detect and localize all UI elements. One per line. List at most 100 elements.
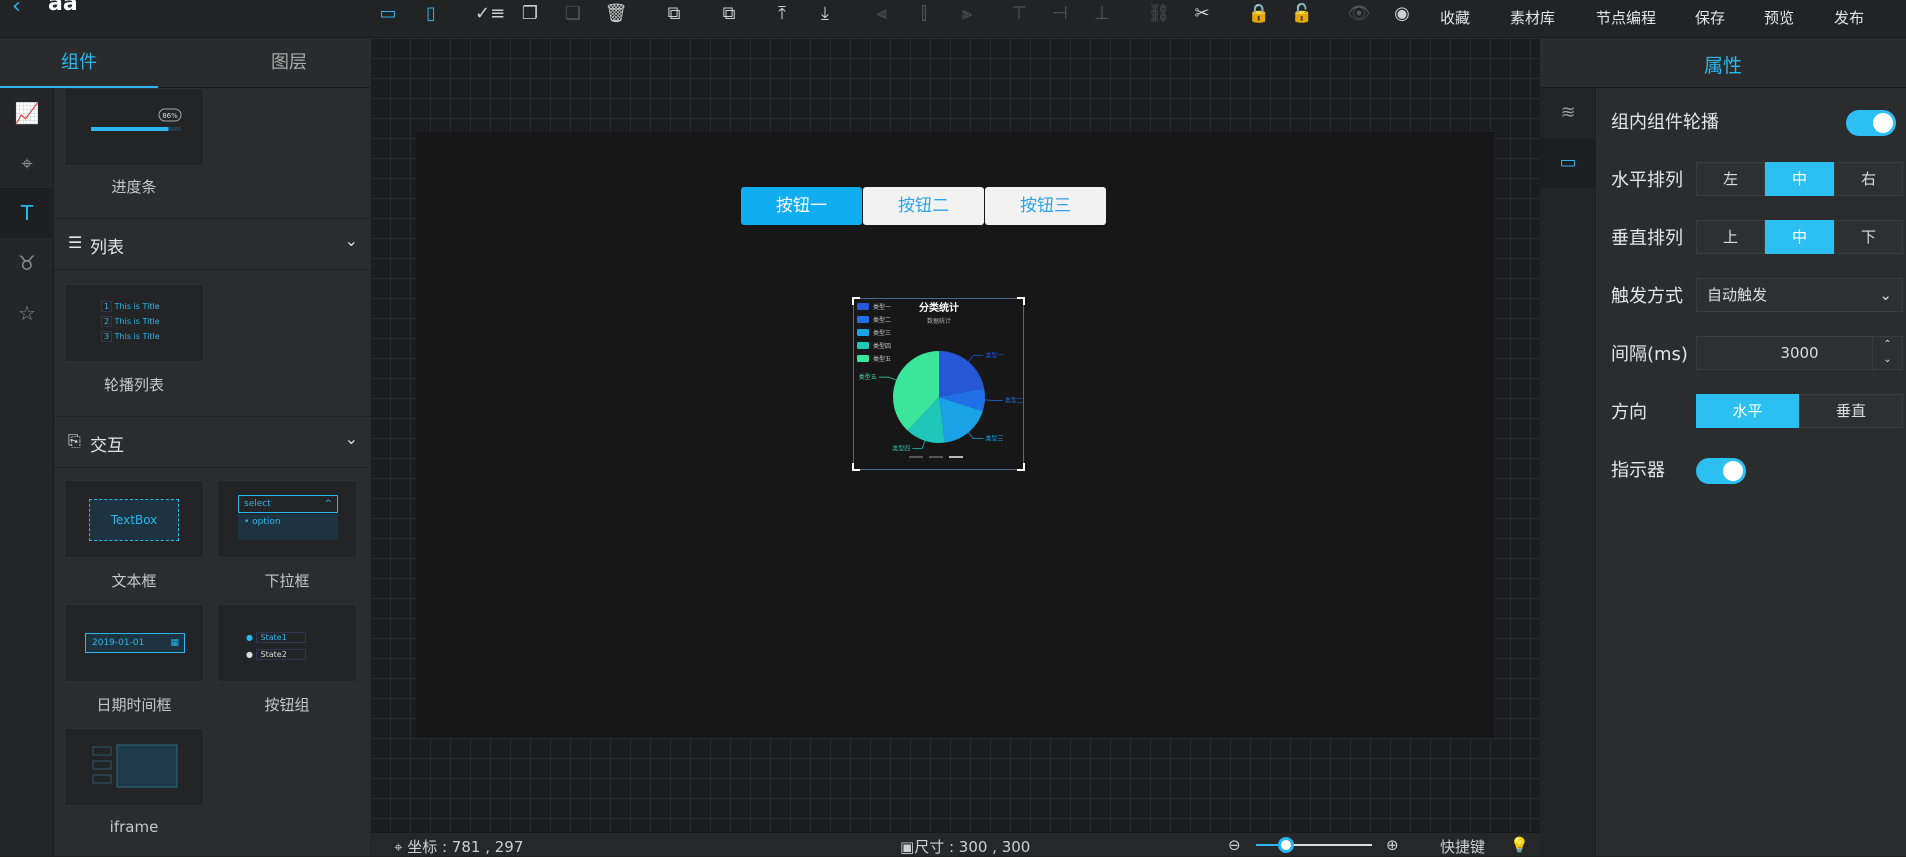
eye-icon[interactable]: 👁 bbox=[1347, 2, 1371, 26]
bottom-icon[interactable]: ⤓ bbox=[813, 2, 837, 26]
shortcut-button[interactable]: 快捷键 bbox=[1440, 836, 1485, 857]
trash-icon[interactable]: 🗑 bbox=[604, 2, 628, 26]
bulb-icon[interactable]: 💡 bbox=[1510, 836, 1529, 854]
eye-off-icon[interactable]: ◉ bbox=[1390, 2, 1414, 26]
menu-node-programming[interactable]: 节点编程 bbox=[1596, 7, 1656, 28]
resize-handle[interactable] bbox=[1017, 463, 1025, 471]
callout-label: 类型一 bbox=[985, 351, 1003, 359]
page-dot bbox=[929, 456, 943, 458]
checklist-icon[interactable]: ✓≡ bbox=[475, 2, 505, 26]
button-group-preview: ● State1 ● State2 bbox=[246, 629, 306, 663]
canvas-button-2[interactable]: 按钮二 bbox=[863, 187, 984, 225]
layer-up-icon[interactable]: ⧉ bbox=[662, 2, 686, 26]
text-icon[interactable]: T bbox=[0, 188, 54, 238]
callout-label: 类型四 bbox=[892, 444, 910, 452]
align-middle-icon[interactable]: ⊣ bbox=[1048, 2, 1072, 26]
legend-swatch bbox=[857, 342, 869, 349]
properties-title[interactable]: 属性 bbox=[1540, 51, 1906, 78]
align-top-icon[interactable]: ⊤ bbox=[1007, 2, 1031, 26]
layers-icon[interactable]: ≋ bbox=[1540, 88, 1596, 138]
star-icon[interactable]: ☆ bbox=[0, 288, 54, 338]
align-bottom-icon[interactable]: ⊥ bbox=[1090, 2, 1114, 26]
page-dot bbox=[909, 456, 923, 458]
copy-icon[interactable]: ❐ bbox=[518, 2, 542, 26]
map-pin-icon[interactable]: ⌖ bbox=[0, 138, 54, 188]
resize-handle[interactable] bbox=[1017, 297, 1025, 305]
zoom-out-icon[interactable]: ⊖ bbox=[1228, 836, 1241, 854]
trigger-select[interactable]: 自动触发 ⌄ bbox=[1696, 278, 1903, 312]
datetime-card[interactable]: 2019-01-01 ▦ bbox=[64, 604, 204, 682]
section-list[interactable]: ☰ 列表 ⌄ bbox=[54, 218, 370, 270]
unlink-icon[interactable]: ✂ bbox=[1190, 2, 1214, 26]
align-center-icon[interactable]: ⫿ bbox=[912, 2, 936, 26]
menu-assets[interactable]: 素材库 bbox=[1510, 7, 1555, 28]
top-icon[interactable]: ⤒ bbox=[770, 2, 794, 26]
callout-line bbox=[984, 399, 1003, 401]
h-align-left[interactable]: 左 bbox=[1696, 162, 1765, 196]
interval-input[interactable]: 3000 ⌃ ⌄ bbox=[1696, 336, 1903, 370]
iframe-label: iframe bbox=[109, 818, 159, 836]
canvas-button-3[interactable]: 按钮三 bbox=[985, 187, 1106, 225]
select-card[interactable]: select ^ • option bbox=[217, 480, 357, 558]
section-interact-title: 交互 bbox=[90, 436, 124, 456]
zoom-in-icon[interactable]: ⊕ bbox=[1386, 836, 1399, 854]
chevron-down-icon: ⌄ bbox=[1879, 286, 1892, 304]
zoom-slider[interactable] bbox=[1256, 837, 1372, 853]
carousel-list-card[interactable]: 1 This is Title 2 This is Title 3 This i… bbox=[64, 284, 204, 362]
chart-icon[interactable]: 📈 bbox=[0, 88, 54, 138]
textbox-card[interactable]: TextBox bbox=[64, 480, 204, 558]
iframe-card[interactable] bbox=[64, 728, 204, 806]
menu-favorites[interactable]: 收藏 bbox=[1440, 7, 1470, 28]
resize-handle[interactable] bbox=[852, 297, 860, 305]
v-align-middle[interactable]: 中 bbox=[1765, 220, 1834, 254]
progress-card[interactable]: 86% bbox=[64, 88, 204, 166]
h-align-right[interactable]: 右 bbox=[1834, 162, 1903, 196]
legend-label: 类型一 bbox=[873, 303, 891, 311]
carousel-toggle[interactable] bbox=[1846, 110, 1896, 136]
indicator-label: 指示器 bbox=[1611, 460, 1665, 481]
section-interact[interactable]: ⎘ 交互 ⌄ bbox=[54, 416, 370, 468]
v-align-bottom[interactable]: 下 bbox=[1834, 220, 1903, 254]
menu-save[interactable]: 保存 bbox=[1695, 7, 1725, 28]
zoom-knob[interactable] bbox=[1278, 837, 1295, 853]
legend-label: 类型三 bbox=[873, 329, 891, 337]
menu-publish[interactable]: 发布 bbox=[1834, 7, 1864, 28]
lock-icon[interactable]: 🔒 bbox=[1247, 2, 1271, 26]
section-list-title: 列表 bbox=[90, 238, 124, 258]
menu-preview[interactable]: 预览 bbox=[1764, 7, 1794, 28]
size-icon: ▣ bbox=[900, 838, 915, 856]
list-icon: ☰ bbox=[68, 233, 83, 252]
interval-stepper[interactable]: ⌃ ⌄ bbox=[1872, 337, 1902, 369]
resize-handle[interactable] bbox=[852, 463, 860, 471]
button-group-card[interactable]: ● State1 ● State2 bbox=[217, 604, 357, 682]
direction-vertical[interactable]: 垂直 bbox=[1799, 394, 1903, 428]
canvas-button-1[interactable]: 按钮一 bbox=[741, 187, 862, 225]
align-left-icon[interactable]: ⫷ bbox=[870, 2, 894, 26]
panel-right-icon[interactable]: ▯ bbox=[419, 2, 443, 26]
v-align-top[interactable]: 上 bbox=[1696, 220, 1765, 254]
align-right-icon[interactable]: ⫸ bbox=[955, 2, 979, 26]
panel-left-icon[interactable]: ▭ bbox=[376, 2, 400, 26]
layer-down-icon[interactable]: ⧉ bbox=[717, 2, 741, 26]
indicator-toggle[interactable] bbox=[1696, 458, 1746, 484]
tab-components[interactable]: 组件 bbox=[0, 38, 158, 88]
carousel-icon[interactable]: ▭ bbox=[1540, 138, 1596, 188]
direction-horizontal[interactable]: 水平 bbox=[1696, 394, 1799, 428]
deer-icon[interactable]: ♉ bbox=[0, 238, 54, 288]
h-align-center[interactable]: 中 bbox=[1765, 162, 1834, 196]
legend-label: 类型四 bbox=[873, 342, 891, 350]
datetime-preview: 2019-01-01 ▦ bbox=[85, 633, 185, 653]
tab-layers[interactable]: 图层 bbox=[210, 38, 368, 88]
pie-chart-widget[interactable]: 分类统计 数据统计 类型一 类型二 类型三 类型四 类型五 类型一 类型二 类型三 类型四 类型… bbox=[852, 297, 1025, 471]
trigger-label: 触发方式 bbox=[1611, 286, 1683, 307]
button-group-label: 按钮组 bbox=[264, 696, 310, 714]
chart-title: 分类统计 bbox=[919, 301, 959, 314]
legend-swatch bbox=[857, 316, 869, 323]
back-arrow-icon[interactable]: ‹ bbox=[12, 0, 21, 19]
paste-icon[interactable]: ❏ bbox=[561, 2, 585, 26]
status-bar: ⌖ 坐标 : 781 , 297 ▣尺寸 : 300 , 300 ⊖ ⊕ 快捷键… bbox=[370, 832, 1540, 856]
category-rail: 📈 ⌖ T ♉ ☆ bbox=[0, 88, 54, 856]
unlock-icon[interactable]: 🔓 bbox=[1290, 2, 1314, 26]
h-align-label: 水平排列 bbox=[1611, 170, 1683, 191]
link-icon[interactable]: ⛓ bbox=[1147, 2, 1171, 26]
